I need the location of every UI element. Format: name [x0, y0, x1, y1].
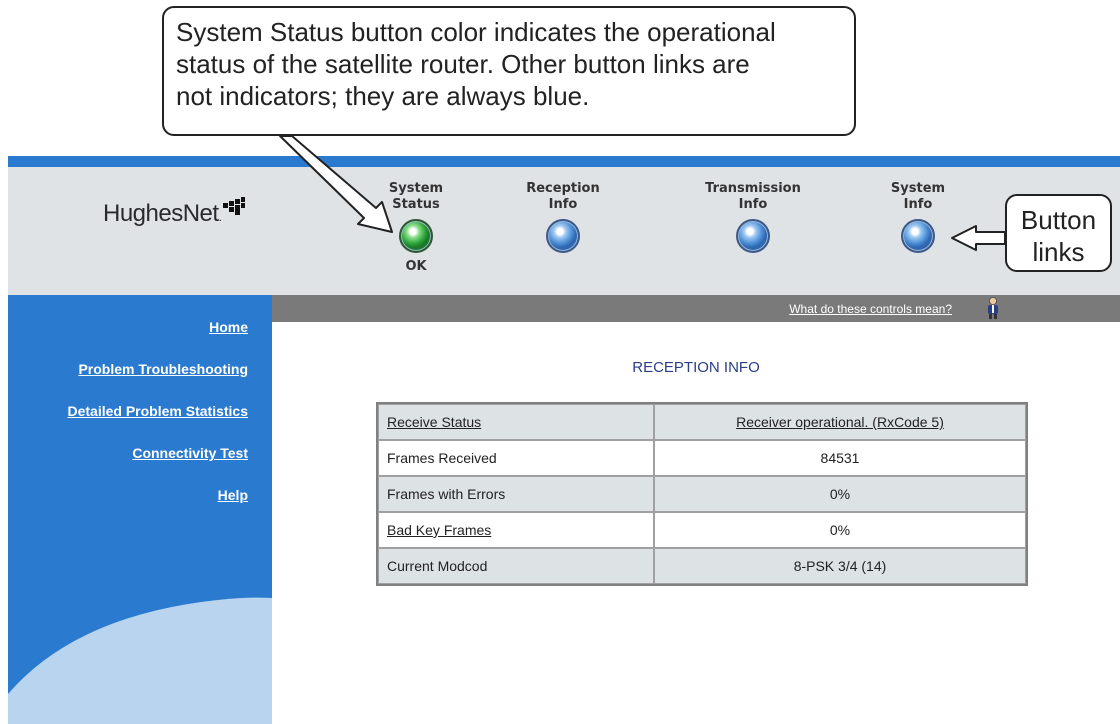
table-cell-value[interactable]: Receiver operational. (RxCode 5) — [654, 404, 1026, 440]
sidebar-item-detailed-problem-statistics[interactable]: Detailed Problem Statistics — [67, 403, 248, 419]
reception-info-button[interactable]: Reception Info — [518, 181, 608, 253]
bad-key-frames-link[interactable]: Bad Key Frames — [387, 522, 491, 538]
table-cell-label: Current Modcod — [378, 548, 654, 584]
system-info-button[interactable]: System Info — [883, 181, 953, 253]
reception-info-table: Receive Status Receiver operational. (Rx… — [376, 402, 1028, 586]
table-row: Current Modcod 8-PSK 3/4 (14) — [378, 548, 1026, 584]
controls-help-link[interactable]: What do these controls mean? — [789, 302, 952, 316]
table-cell-label[interactable]: Bad Key Frames — [378, 512, 654, 548]
system-status-button[interactable]: System Status OK — [381, 181, 451, 275]
callout-line: System Status button color indicates the… — [176, 17, 776, 47]
table-row: Frames Received 84531 — [378, 440, 1026, 476]
header-swoosh-decoration — [8, 167, 268, 295]
callout-line: links — [1032, 237, 1085, 267]
helper-person-icon[interactable] — [984, 297, 1002, 319]
table-cell-label: Frames Received — [378, 440, 654, 476]
table-row: Frames with Errors 0% — [378, 476, 1026, 512]
system-info-label-1: System — [890, 181, 946, 196]
control-bar: What do these controls mean? — [272, 295, 1120, 322]
table-row: Receive Status Receiver operational. (Rx… — [378, 404, 1026, 440]
receive-status-link[interactable]: Receive Status — [387, 414, 481, 430]
system-status-label-2: Status — [392, 197, 440, 212]
system-status-label-1: System — [388, 181, 444, 196]
button-links-callout: Button links — [1005, 194, 1112, 272]
sidebar: Home Problem Troubleshooting Detailed Pr… — [8, 295, 272, 724]
table-cell-label: Frames with Errors — [378, 476, 654, 512]
hughesnet-logo: HughesNet. — [103, 200, 222, 228]
page-title: RECEPTION INFO — [632, 359, 760, 376]
sidebar-item-connectivity-test[interactable]: Connectivity Test — [132, 445, 248, 461]
logo-suffix: . — [218, 210, 222, 224]
callout-line: Button — [1020, 205, 1097, 235]
main-content: RECEPTION INFO Receive Status Receiver o… — [272, 322, 1120, 724]
system-info-label-2: Info — [903, 197, 933, 212]
logo-mark-icon — [223, 197, 245, 215]
table-cell-value: 8-PSK 3/4 (14) — [654, 548, 1026, 584]
system-status-text: OK — [405, 259, 427, 274]
callout-line: not indicators; they are always blue. — [176, 81, 590, 111]
blue-button-icon[interactable] — [546, 219, 580, 253]
sidebar-item-problem-troubleshooting[interactable]: Problem Troubleshooting — [78, 361, 248, 377]
transmission-info-label-2: Info — [738, 197, 768, 212]
status-indicator-green-icon[interactable] — [399, 219, 433, 253]
table-cell-value: 0% — [654, 512, 1026, 548]
table-row: Bad Key Frames 0% — [378, 512, 1026, 548]
reception-info-label-2: Info — [548, 197, 578, 212]
system-status-callout: System Status button color indicates the… — [162, 6, 856, 136]
transmission-info-button[interactable]: Transmission Info — [693, 181, 813, 253]
sidebar-swoosh-decoration — [8, 597, 272, 724]
table-cell-value: 84531 — [654, 440, 1026, 476]
table-cell-value: 0% — [654, 476, 1026, 512]
reception-info-label-1: Reception — [526, 181, 600, 196]
blue-button-icon[interactable] — [736, 219, 770, 253]
transmission-info-label-1: Transmission — [705, 181, 801, 196]
callout-line: status of the satellite router. Other bu… — [176, 49, 750, 79]
header: HughesNet. System Status OK Reception In… — [8, 167, 1120, 295]
blue-button-icon[interactable] — [901, 219, 935, 253]
table-cell-label[interactable]: Receive Status — [378, 404, 654, 440]
receive-status-value-link[interactable]: Receiver operational. (RxCode 5) — [736, 414, 944, 430]
sidebar-item-help[interactable]: Help — [218, 487, 248, 503]
sidebar-item-home[interactable]: Home — [209, 319, 248, 335]
logo-text: HughesNet — [103, 200, 219, 227]
